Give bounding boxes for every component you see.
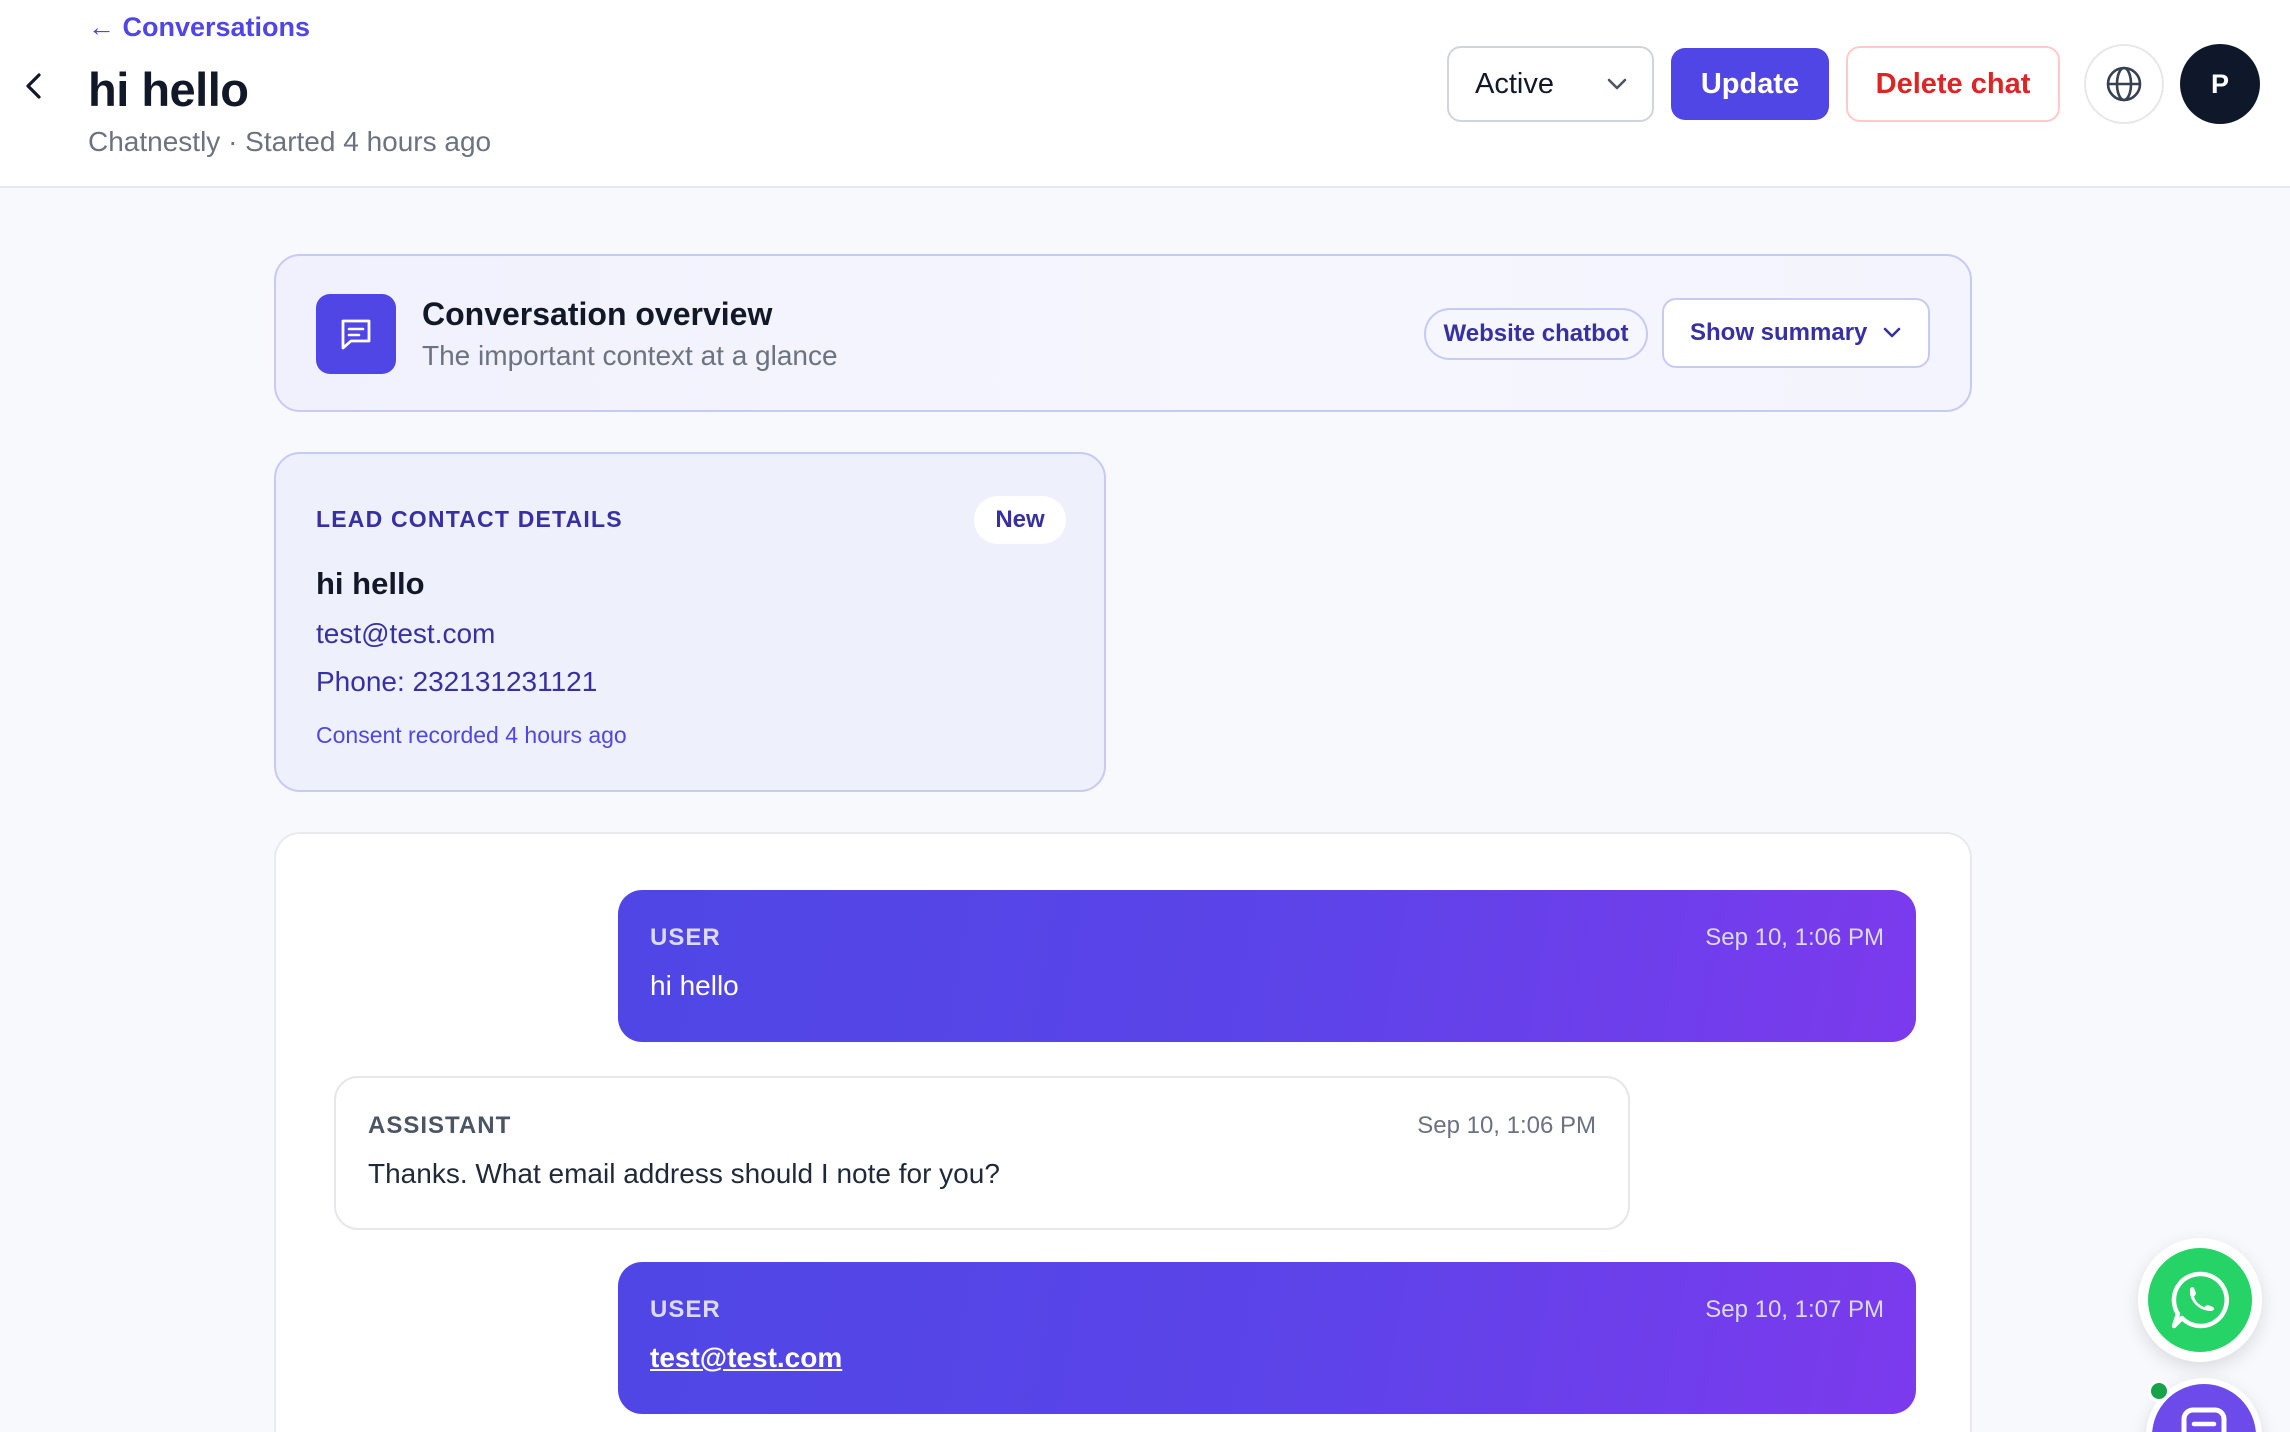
top-header: ← Conversations hi hello Chatnestly · St… [0,0,2290,188]
language-button[interactable] [2084,44,2164,124]
lead-consent-note: Consent recorded 4 hours ago [316,722,627,748]
globe-icon [2106,66,2142,102]
breadcrumb-conversations-link[interactable]: ← Conversations [88,12,310,43]
page-subtitle: Chatnestly · Started 4 hours ago [88,126,492,157]
chevron-down-icon [1607,78,1627,90]
overview-title: Conversation overview [422,296,773,332]
online-status-dot [2148,1380,2170,1402]
message-thread: USER Sep 10, 1:06 PM hi hello ASSISTANT … [274,832,1972,1432]
message-email-link[interactable]: test@test.com [650,1342,842,1374]
message-role: ASSISTANT [368,1112,512,1139]
message-user: USER Sep 10, 1:07 PM test@test.com [618,1262,1916,1414]
message-timestamp: Sep 10, 1:06 PM [1705,924,1884,951]
message-square-icon [316,294,396,374]
status-select-value: Active [1475,67,1554,100]
message-timestamp: Sep 10, 1:07 PM [1705,1296,1884,1323]
back-chevron-icon[interactable] [14,66,54,106]
channel-badge: Website chatbot [1424,308,1648,360]
lead-phone: Phone: 232131231121 [316,666,598,697]
whatsapp-button[interactable] [2138,1238,2262,1362]
overview-subtitle: The important context at a glance [422,340,838,371]
message-role: USER [650,924,721,951]
lead-contact-card: LEAD CONTACT DETAILS New hi hello test@t… [274,452,1106,792]
page-title: hi hello [88,63,249,116]
lead-card-heading: LEAD CONTACT DETAILS [316,506,623,532]
message-timestamp: Sep 10, 1:06 PM [1417,1112,1596,1139]
update-button[interactable]: Update [1671,48,1829,120]
message-assistant: ASSISTANT Sep 10, 1:06 PM Thanks. What e… [334,1076,1630,1230]
chevron-down-icon [1883,327,1901,338]
message-text: hi hello [650,970,739,1001]
delete-chat-button[interactable]: Delete chat [1846,46,2060,122]
lead-name: hi hello [316,566,425,601]
show-summary-label: Show summary [1690,319,1868,346]
user-avatar[interactable]: P [2180,44,2260,124]
message-user: USER Sep 10, 1:06 PM hi hello [618,890,1916,1042]
message-role: USER [650,1296,721,1323]
status-select[interactable]: Active [1447,46,1654,122]
conversation-overview-card: Conversation overview The important cont… [274,254,1972,412]
message-text: Thanks. What email address should I note… [368,1158,1000,1189]
show-summary-button[interactable]: Show summary [1662,298,1930,368]
whatsapp-icon [2148,1248,2252,1352]
lead-status-badge: New [974,496,1066,544]
lead-email-link[interactable]: test@test.com [316,618,495,650]
